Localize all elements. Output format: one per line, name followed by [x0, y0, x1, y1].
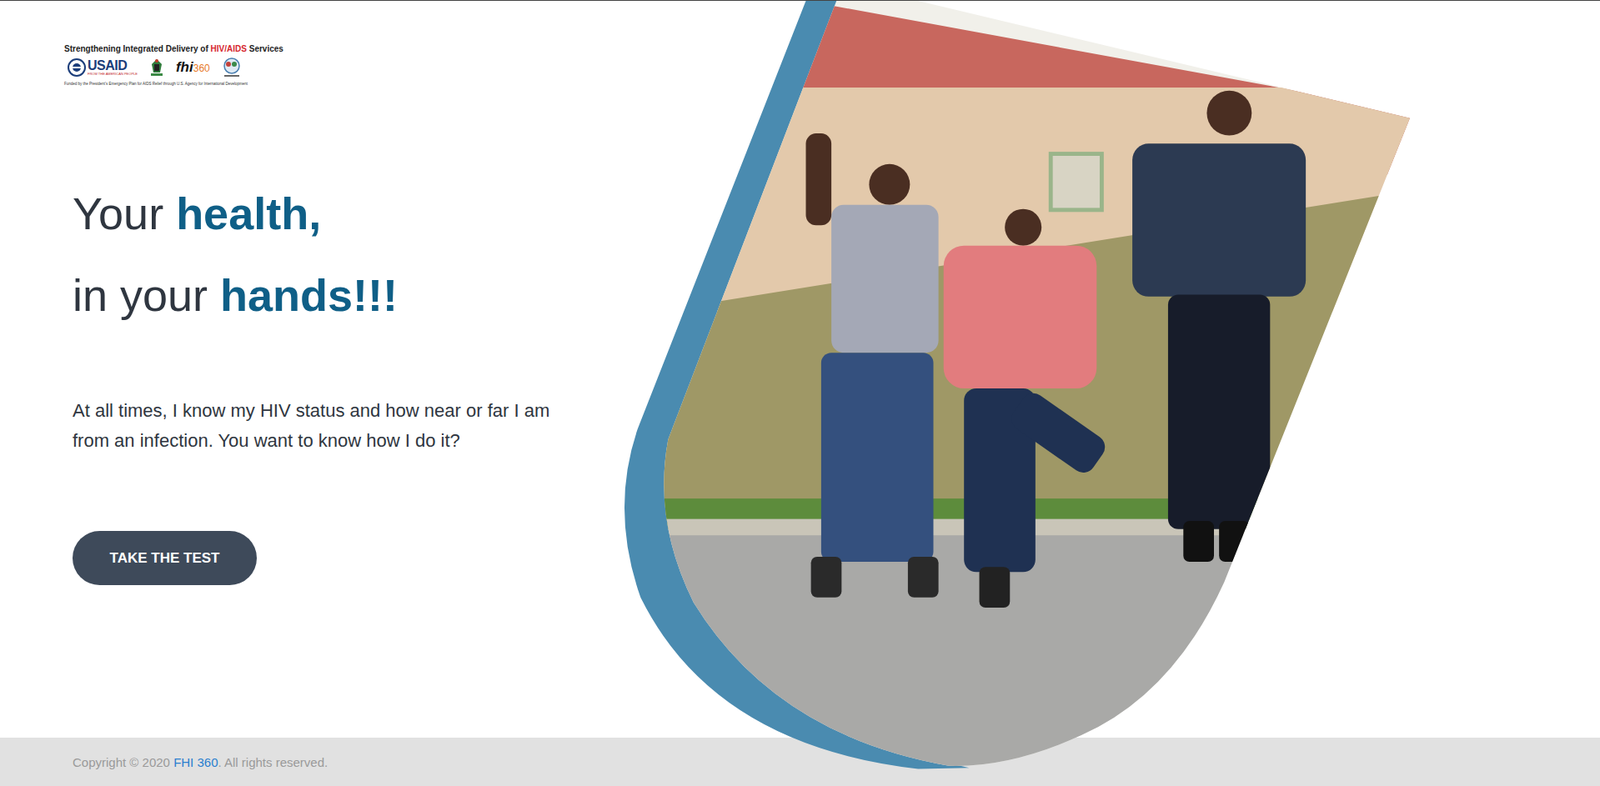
footer: Copyright © 2020 FHI 360. All rights res… [0, 737, 1600, 786]
usaid-seal-icon [67, 58, 86, 77]
hero-content: Strengthening Integrated Delivery of HIV… [0, 0, 573, 738]
logo-row: USAIDFROM THE AMERICAN PEOPLE fhi360 [64, 56, 283, 79]
logo-title: Strengthening Integrated Delivery of HIV… [64, 44, 283, 54]
nigeria-coat-of-arms-icon [147, 57, 166, 78]
landing-page: Strengthening Integrated Delivery of HIV… [0, 0, 1600, 786]
hero-photo [611, 0, 1429, 777]
hero: Strengthening Integrated Delivery of HIV… [0, 0, 1600, 738]
partner-logo: Strengthening Integrated Delivery of HIV… [64, 44, 283, 86]
hero-heading: Your health,in your hands!!! [72, 172, 398, 337]
hero-description: At all times, I know my HIV status and h… [72, 396, 573, 457]
usaid-tagline: FROM THE AMERICAN PEOPLE [87, 72, 138, 76]
heading-line: in your hands!!! [72, 254, 398, 337]
partner-emblem-icon [220, 56, 244, 79]
heading-line: Your health, [72, 172, 398, 255]
usaid-name: USAID [87, 59, 138, 73]
usaid-logo: USAIDFROM THE AMERICAN PEOPLE [67, 58, 138, 77]
fhi360-link[interactable]: FHI 360 [173, 755, 218, 770]
fhi360-logo: fhi360 [175, 59, 211, 76]
copyright-text: Copyright © 2020 FHI 360. All rights res… [72, 755, 328, 770]
funding-note: Funded by the President's Emergency Plan… [64, 81, 283, 86]
take-test-button[interactable]: TAKE THE TEST [72, 531, 257, 586]
